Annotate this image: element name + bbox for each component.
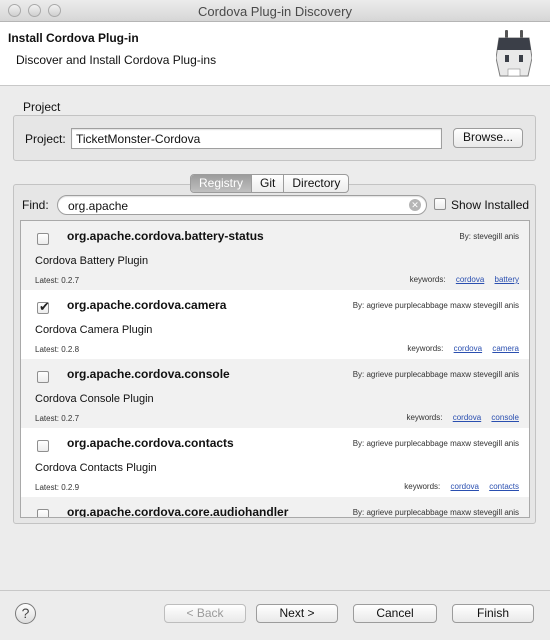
next-button[interactable]: Next >: [256, 604, 338, 623]
keyword-link[interactable]: console: [491, 413, 519, 422]
keywords-label: keywords:: [407, 344, 444, 353]
plugin-name: org.apache.cordova.contacts: [67, 436, 234, 450]
wizard-title: Install Cordova Plug-in: [8, 31, 139, 45]
plugin-authors: By: stevegill anis: [459, 232, 519, 241]
project-group-label: Project: [23, 100, 61, 114]
wizard-header: Install Cordova Plug-in Discover and Ins…: [0, 22, 550, 86]
plugin-latest-version: Latest: 0.2.7: [35, 414, 80, 423]
plugin-checkbox[interactable]: [37, 233, 49, 245]
plugin-name: org.apache.cordova.battery-status: [67, 229, 264, 243]
cancel-button[interactable]: Cancel: [353, 604, 437, 623]
project-label: Project:: [25, 132, 66, 146]
question-mark-icon[interactable]: ?: [15, 603, 36, 624]
plugin-checkbox[interactable]: ✔: [37, 299, 50, 314]
find-label: Find:: [22, 198, 49, 212]
plugin-item[interactable]: org.apache.cordova.contacts By: agrieve …: [21, 428, 529, 497]
plugin-latest-version: Latest: 0.2.9: [35, 483, 80, 492]
finish-button[interactable]: Finish: [452, 604, 534, 623]
show-installed-checkbox[interactable]: [434, 198, 446, 210]
plugin-item[interactable]: ✔ org.apache.cordova.camera By: agrieve …: [21, 290, 529, 359]
checkmark-icon: ✔: [39, 299, 50, 314]
plugin-name: org.apache.cordova.core.audiohandler: [67, 505, 289, 518]
plugin-description: Cordova Battery Plugin: [35, 255, 149, 267]
plugin-description: Cordova Camera Plugin: [35, 324, 153, 336]
keyword-link[interactable]: cordova: [453, 413, 481, 422]
plugin-list[interactable]: org.apache.cordova.battery-status By: st…: [20, 220, 530, 518]
keyword-link[interactable]: battery: [495, 275, 519, 284]
clear-search-icon[interactable]: ✕: [409, 199, 421, 211]
search-input[interactable]: org.apache: [57, 195, 427, 215]
keywords-label: keywords:: [409, 275, 446, 284]
plugin-item[interactable]: org.apache.cordova.console By: agrieve p…: [21, 359, 529, 428]
title-bar: Cordova Plug-in Discovery: [0, 0, 550, 22]
plugin-checkbox[interactable]: [37, 509, 49, 517]
plugin-checkbox[interactable]: [37, 440, 49, 452]
keywords-label: keywords:: [404, 482, 441, 491]
show-installed-label: Show Installed: [451, 198, 530, 212]
cordova-robot-icon: [496, 30, 532, 77]
back-button[interactable]: < Back: [164, 604, 246, 623]
plugin-keywords: keywords: cordova console: [406, 413, 519, 422]
tab-directory[interactable]: Directory: [284, 175, 348, 192]
plugin-description: Cordova Console Plugin: [35, 393, 154, 405]
tab-registry[interactable]: Registry: [191, 175, 253, 192]
plugin-keywords: keywords: cordova contacts: [404, 482, 519, 491]
wizard-subtitle: Discover and Install Cordova Plug-ins: [16, 53, 217, 67]
plugin-latest-version: Latest: 0.2.8: [35, 345, 80, 354]
window-title: Cordova Plug-in Discovery: [198, 4, 352, 19]
plugin-description: Cordova Contacts Plugin: [35, 462, 157, 474]
project-field[interactable]: TicketMonster-Cordova: [71, 128, 442, 149]
browse-button[interactable]: Browse...: [453, 128, 523, 148]
plugin-authors: By: agrieve purplecabbage maxw stevegill…: [352, 370, 519, 379]
plugin-latest-version: Latest: 0.2.7: [35, 276, 80, 285]
keyword-link[interactable]: cordova: [451, 482, 479, 491]
plugin-item[interactable]: org.apache.cordova.battery-status By: st…: [21, 221, 529, 290]
tab-git[interactable]: Git: [252, 175, 285, 192]
source-tabs: Registry Git Directory: [190, 174, 350, 193]
plugin-name: org.apache.cordova.camera: [67, 298, 227, 312]
keyword-link[interactable]: cordova: [454, 344, 482, 353]
plugin-keywords: keywords: cordova battery: [410, 275, 519, 284]
plugin-checkbox[interactable]: [37, 371, 49, 383]
plugin-authors: By: agrieve purplecabbage maxw stevegill…: [352, 301, 519, 310]
footer-divider: [0, 590, 550, 591]
plugin-keywords: keywords: cordova camera: [407, 344, 519, 353]
keywords-label: keywords:: [406, 413, 443, 422]
keyword-link[interactable]: cordova: [456, 275, 484, 284]
plugin-authors: By: agrieve purplecabbage maxw stevegill…: [352, 508, 519, 517]
plugin-name: org.apache.cordova.console: [67, 367, 230, 381]
plugin-item[interactable]: org.apache.cordova.core.audiohandler By:…: [21, 497, 529, 518]
keyword-link[interactable]: camera: [492, 344, 519, 353]
keyword-link[interactable]: contacts: [489, 482, 519, 491]
plugin-authors: By: agrieve purplecabbage maxw stevegill…: [352, 439, 519, 448]
